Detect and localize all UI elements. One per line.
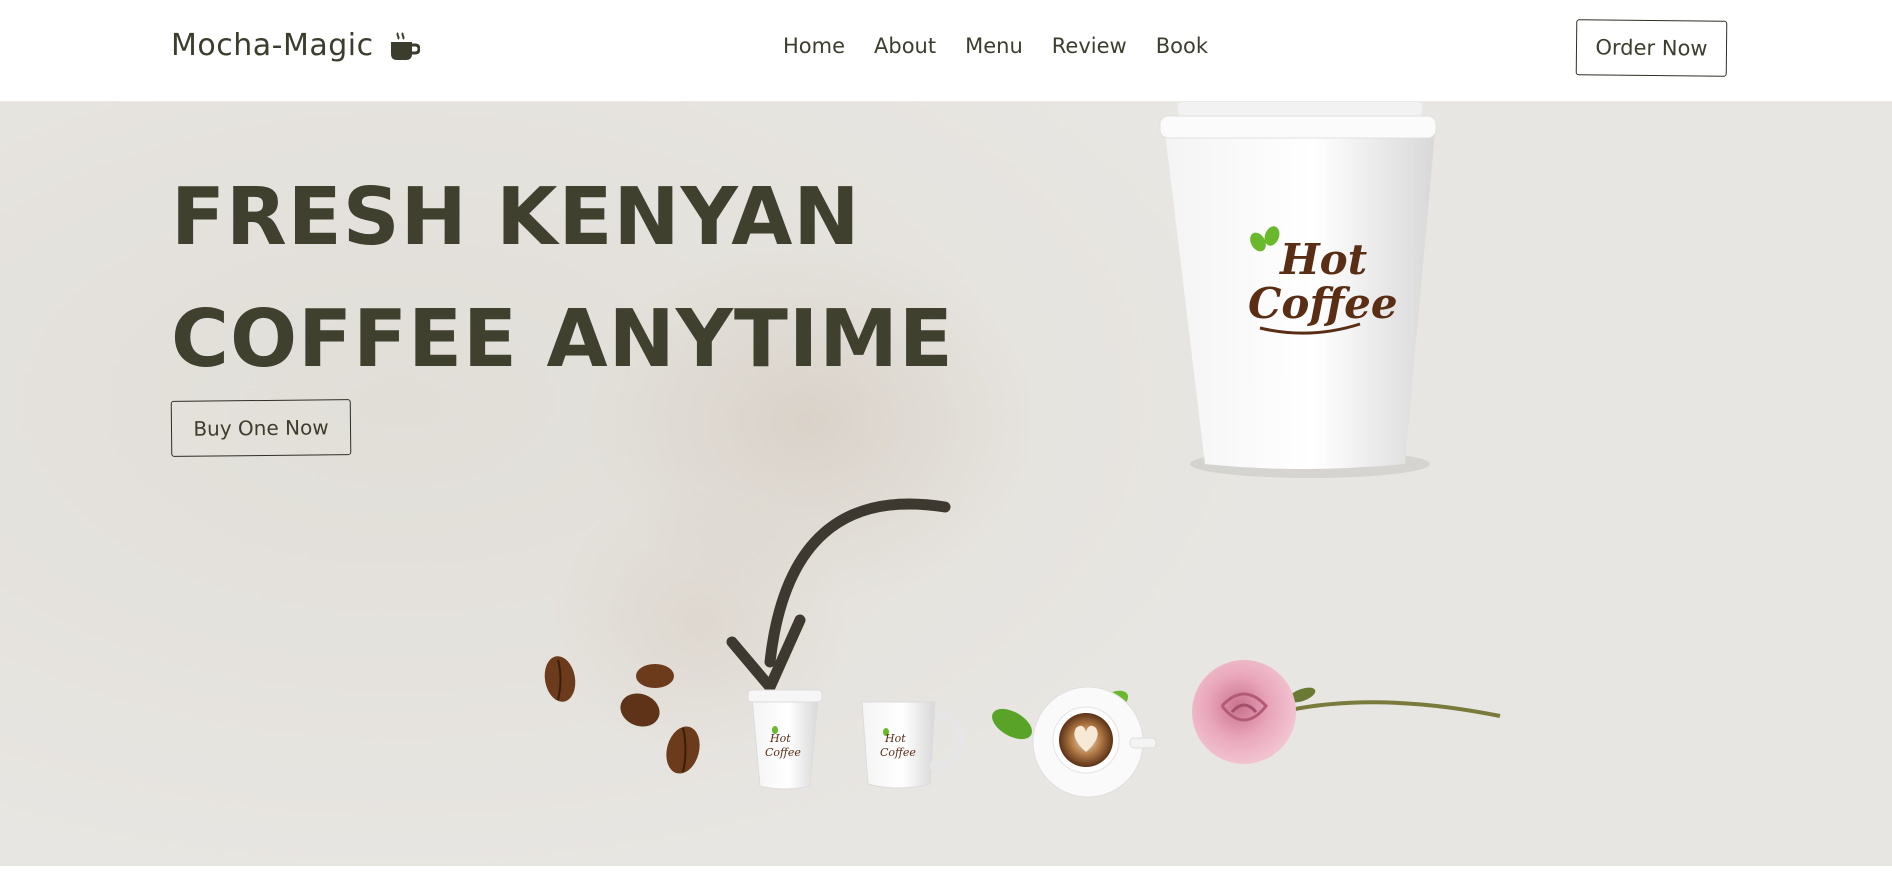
order-now-button[interactable]: Order Now — [1575, 19, 1728, 77]
rose-flower — [1192, 660, 1501, 764]
page-bottom-edge — [0, 866, 1892, 878]
hero-illustration: Hot Coffee Hot Coffee Hot Coffee — [544, 102, 1501, 798]
svg-text:Coffee: Coffee — [880, 746, 916, 759]
nav-review[interactable]: Review — [1052, 34, 1127, 58]
coffee-mug: Hot Coffee — [861, 701, 965, 789]
svg-text:Hot: Hot — [884, 732, 906, 745]
curved-arrow-icon — [726, 498, 951, 693]
large-coffee-cup: Hot Coffee — [1159, 102, 1437, 478]
coffee-beans — [544, 656, 700, 774]
coffee-cup-icon — [388, 30, 421, 62]
main-nav: Home About Menu Review Book — [783, 34, 1208, 58]
brand-name: Mocha-Magic — [171, 28, 374, 63]
nav-home[interactable]: Home — [783, 34, 845, 58]
site-header: Mocha-Magic Home About Menu Review Book … — [0, 0, 1892, 102]
svg-text:Hot: Hot — [769, 732, 791, 745]
svg-text:Hot: Hot — [1279, 235, 1367, 284]
nav-about[interactable]: About — [874, 34, 936, 58]
svg-text:Coffee: Coffee — [1248, 279, 1398, 328]
latte-cup — [992, 686, 1157, 798]
nav-menu[interactable]: Menu — [965, 34, 1023, 58]
small-coffee-cup: Hot Coffee — [747, 689, 823, 790]
nav-book[interactable]: Book — [1156, 34, 1208, 58]
brand-logo[interactable]: Mocha-Magic — [171, 28, 421, 63]
svg-text:Coffee: Coffee — [765, 746, 801, 759]
hero-section: FRESH KENYAN COFFEE ANYTIME Buy One Now — [0, 102, 1892, 866]
